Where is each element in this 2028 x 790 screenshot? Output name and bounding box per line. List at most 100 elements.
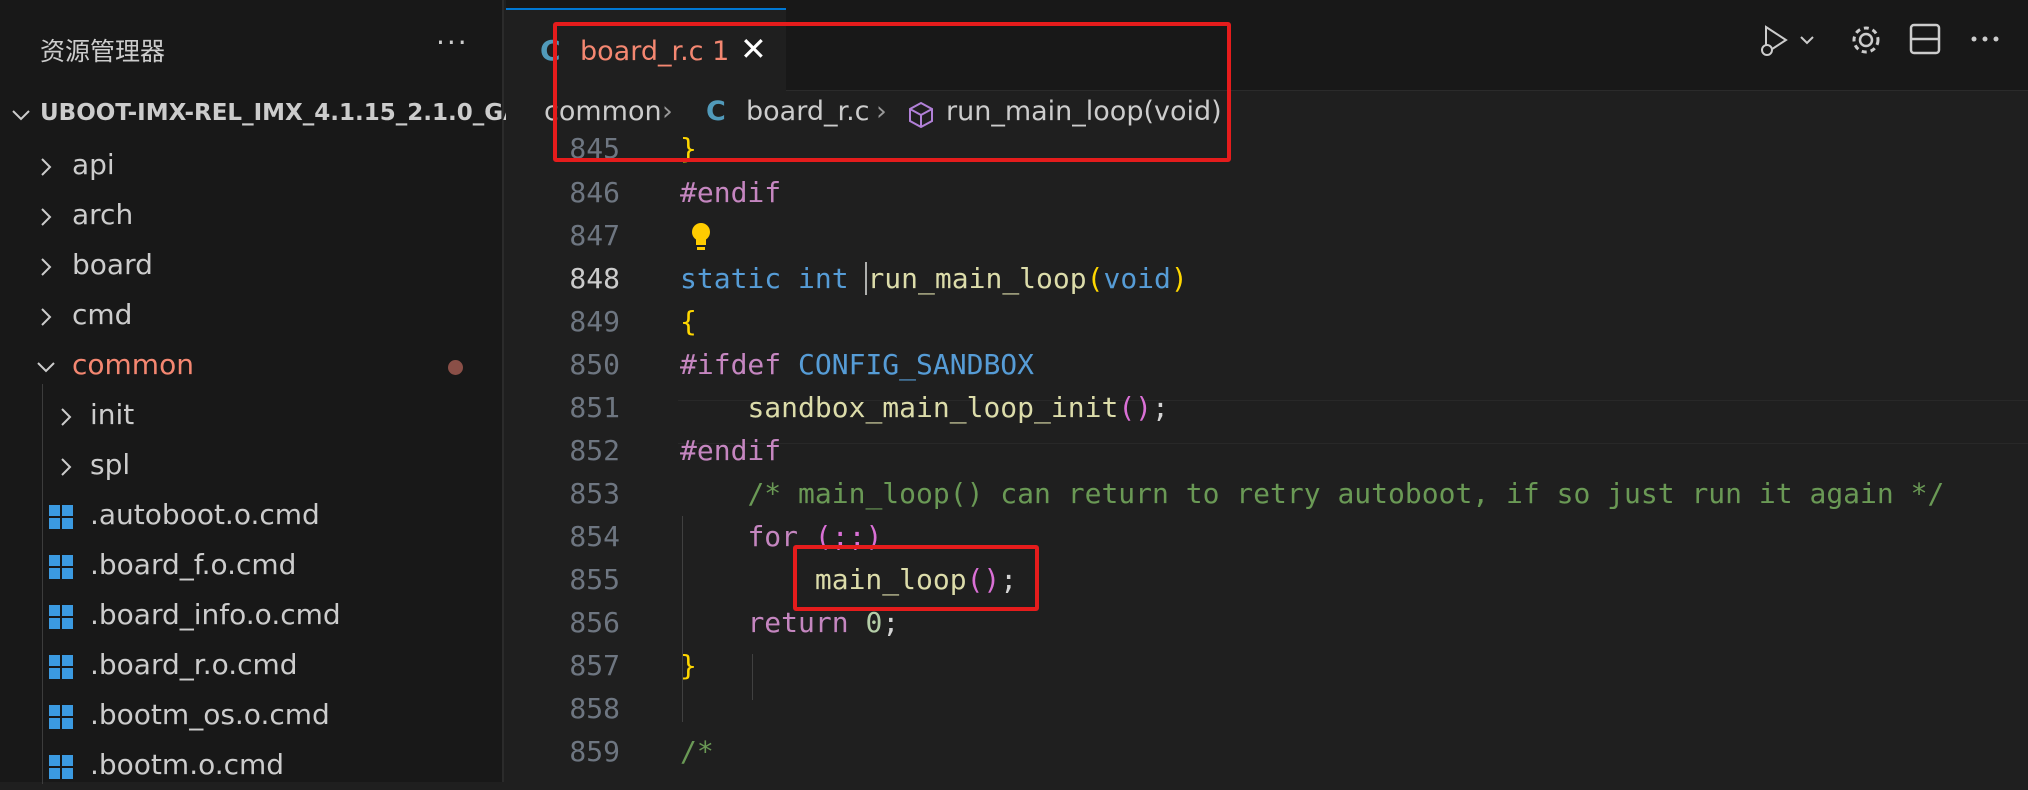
windows-file-icon: [49, 655, 73, 679]
tree-item-file[interactable]: .board_r.o.cmd: [0, 642, 500, 690]
semicolon: ;: [1152, 391, 1169, 424]
tree-item-cmd[interactable]: cmd: [0, 292, 500, 340]
preprocessor: #endif: [680, 176, 782, 209]
brace: {: [680, 305, 697, 338]
code-line: 858: [506, 690, 2028, 733]
chevron-right-icon: [41, 308, 52, 326]
function-name: run_main_loop: [865, 262, 1087, 295]
line-number: 852: [569, 434, 620, 467]
line-number: 854: [569, 520, 620, 553]
tree-item-label: arch: [72, 198, 134, 231]
chevron-down-icon: [37, 362, 55, 373]
windows-file-icon: [49, 605, 73, 629]
code-line: 851 sandbox_main_loop_init();: [506, 389, 2028, 432]
tree-item-label: .board_info.o.cmd: [90, 598, 341, 631]
tree-item-file[interactable]: .board_info.o.cmd: [0, 592, 500, 640]
comment: /*: [680, 735, 714, 768]
tree-item-file[interactable]: .autoboot.o.cmd: [0, 492, 500, 540]
line-number: 849: [569, 305, 620, 338]
chevron-right-icon: [41, 258, 52, 276]
function-call: sandbox_main_loop_init: [747, 391, 1119, 424]
code-line-active: 848 static int run_main_loop(void): [506, 260, 2028, 303]
preprocessor: #endif: [680, 434, 782, 467]
modified-indicator: [448, 360, 463, 375]
tree-item-label: board: [72, 248, 153, 281]
code-line: 853 /* main_loop() can return to retry a…: [506, 475, 2028, 518]
line-number: 847: [569, 219, 620, 252]
root-folder-label: UBOOT-IMX-REL_IMX_4.1.15_2.1.0_GA: [40, 100, 521, 126]
windows-file-icon: [49, 505, 73, 529]
tree-item-common[interactable]: common: [0, 342, 500, 390]
explorer-title: 资源管理器: [40, 37, 166, 66]
code-line: 850 #ifdef CONFIG_SANDBOX: [506, 346, 2028, 389]
chevron-down-icon: [12, 110, 30, 121]
tree-item-label: common: [72, 348, 194, 381]
parens: (): [1118, 391, 1153, 424]
explorer-root-folder[interactable]: UBOOT-IMX-REL_IMX_4.1.15_2.1.0_GA: [0, 96, 521, 136]
code-line: 846 #endif: [506, 174, 2028, 217]
line-number: 855: [569, 563, 620, 596]
tree-item-label: .bootm_os.o.cmd: [90, 698, 330, 731]
lightbulb-icon[interactable]: [688, 220, 714, 254]
windows-file-icon: [49, 555, 73, 579]
line-number: 856: [569, 606, 620, 639]
tree-item-label: .bootm.o.cmd: [90, 748, 285, 781]
more-icon[interactable]: [1968, 22, 2002, 56]
tree-item-file[interactable]: .board_f.o.cmd: [0, 542, 500, 590]
line-number: 848: [569, 262, 620, 295]
tree-item-label: spl: [90, 448, 131, 481]
code-line: 849 {: [506, 303, 2028, 346]
explorer-sidebar: 资源管理器 ··· UBOOT-IMX-REL_IMX_4.1.15_2.1.0…: [0, 0, 521, 784]
line-number: 858: [569, 692, 620, 725]
chevron-down-icon[interactable]: [1798, 34, 1816, 48]
tree-item-init[interactable]: init: [0, 392, 500, 440]
line-number: 850: [569, 348, 620, 381]
highlight-box-main-loop: [793, 545, 1039, 611]
explorer-more-button[interactable]: ···: [436, 26, 469, 59]
tree-item-label: .board_r.o.cmd: [90, 648, 298, 681]
tree-item-label: .autoboot.o.cmd: [90, 498, 320, 531]
chevron-right-icon: [41, 208, 52, 226]
chevron-right-icon: [61, 408, 72, 426]
windows-file-icon: [49, 755, 73, 779]
tree-item-label: cmd: [72, 298, 133, 331]
line-number: 859: [569, 735, 620, 768]
keyword: void: [1103, 262, 1171, 295]
keyword: int: [798, 262, 849, 295]
code-line: 857 }: [506, 647, 2028, 690]
code-line: 852 #endif: [506, 432, 2028, 475]
preprocessor: #ifdef: [680, 348, 782, 381]
tree-item-label: init: [90, 398, 135, 431]
tree-item-file[interactable]: .bootm_os.o.cmd: [0, 692, 500, 740]
line-number: 853: [569, 477, 620, 510]
tree-item-file[interactable]: .bootm.o.cmd: [0, 742, 500, 790]
tree-item-board[interactable]: board: [0, 242, 500, 290]
line-number: 846: [569, 176, 620, 209]
code-line: 854 for (;;): [506, 518, 2028, 561]
code-line: 855 main_loop();: [506, 561, 2028, 604]
comment: /* main_loop() can return to retry autob…: [747, 477, 1945, 510]
split-layout-icon[interactable]: [1908, 22, 1942, 56]
line-number: 857: [569, 649, 620, 682]
line-number: 851: [569, 391, 620, 424]
tree-item-spl[interactable]: spl: [0, 442, 500, 490]
tree-item-label: api: [72, 148, 115, 181]
code-editor[interactable]: 845 } 846 #endif 847 848 static int run_…: [506, 132, 2028, 782]
windows-file-icon: [49, 705, 73, 729]
tree-item-arch[interactable]: arch: [0, 192, 500, 240]
highlight-box-tab-breadcrumb: [553, 22, 1231, 162]
chevron-right-icon: [41, 158, 52, 176]
code-line: 856 return 0;: [506, 604, 2028, 647]
code-line: 859 /*: [506, 733, 2028, 776]
brace: }: [680, 649, 697, 682]
macro: CONFIG_SANDBOX: [798, 348, 1035, 381]
paren: (: [1086, 262, 1104, 295]
gear-icon[interactable]: [1848, 22, 1884, 58]
tree-item-api[interactable]: api: [0, 142, 500, 190]
chevron-right-icon: [61, 458, 72, 476]
paren: ): [1170, 262, 1188, 295]
keyword: for: [747, 520, 799, 553]
tree-item-label: .board_f.o.cmd: [90, 548, 297, 581]
run-debug-icon[interactable]: [1756, 22, 1792, 58]
code-line: 847: [506, 217, 2028, 260]
